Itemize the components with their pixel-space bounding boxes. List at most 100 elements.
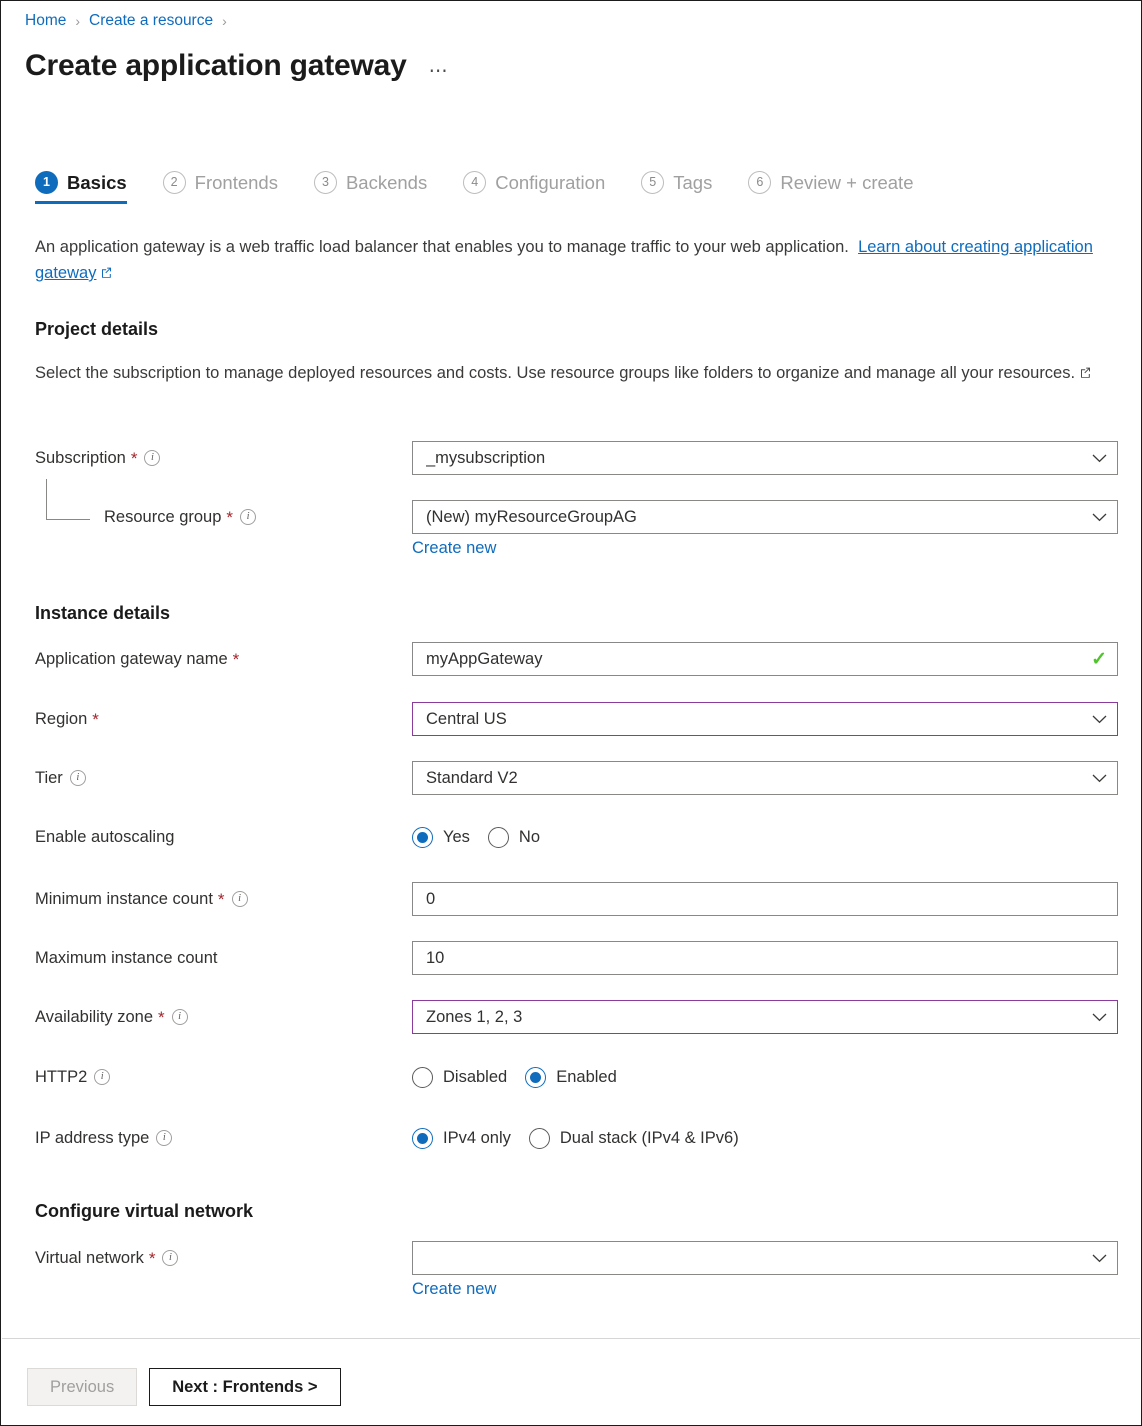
create-application-gateway-page: Home › Create a resource › Create applic… (0, 0, 1142, 1426)
http2-label: HTTP2 i (35, 1060, 110, 1094)
resource-group-label-text: Resource group (104, 500, 221, 534)
form-row-virtual-network: Virtual network * i (1, 1241, 1142, 1275)
breadcrumb-item-create-a-resource[interactable]: Create a resource (89, 9, 213, 33)
tab-number-badge: 6 (748, 171, 771, 194)
info-icon[interactable]: i (156, 1130, 172, 1146)
radio-autoscaling-no[interactable]: No (488, 827, 540, 848)
tab-label: Configuration (495, 172, 605, 194)
tab-backends[interactable]: 3 Backends (314, 169, 427, 204)
enable-autoscaling-label-text: Enable autoscaling (35, 820, 174, 854)
title-row: Create application gateway ⋯ (25, 47, 450, 85)
info-icon[interactable]: i (70, 770, 86, 786)
resource-group-label: Resource group * i (104, 500, 256, 534)
gateway-name-input[interactable]: myAppGateway ✓ (412, 642, 1118, 676)
external-link-icon (100, 261, 113, 287)
tab-frontends[interactable]: 2 Frontends (163, 169, 278, 204)
availability-zone-value: Zones 1, 2, 3 (426, 1008, 1092, 1027)
tab-label: Basics (67, 172, 127, 194)
required-asterisk: * (149, 1250, 156, 1267)
chevron-down-icon (1092, 1008, 1107, 1027)
info-icon[interactable]: i (162, 1250, 178, 1266)
resource-group-value: (New) myResourceGroupAG (426, 508, 1092, 527)
form-row-tier: Tier i Standard V2 (1, 761, 1142, 795)
enable-autoscaling-label: Enable autoscaling (35, 820, 174, 854)
section-heading-configure-virtual-network: Configure virtual network (35, 1201, 253, 1222)
breadcrumb-separator-icon: › (75, 9, 80, 33)
subscription-label-text: Subscription (35, 441, 126, 475)
region-label-text: Region (35, 702, 87, 736)
radio-indicator (412, 827, 433, 848)
max-instance-count-label: Maximum instance count (35, 941, 218, 975)
form-row-gateway-name: Application gateway name * myAppGateway … (1, 642, 1142, 676)
info-icon[interactable]: i (172, 1009, 188, 1025)
virtual-network-dropdown[interactable] (412, 1241, 1118, 1275)
tier-value: Standard V2 (426, 769, 1092, 788)
resource-group-create-new-link[interactable]: Create new (412, 539, 496, 558)
availability-zone-label: Availability zone * i (35, 1000, 188, 1034)
wizard-tabs: 1 Basics 2 Frontends 3 Backends 4 Config… (35, 169, 950, 204)
tab-label: Frontends (195, 172, 278, 194)
ip-address-type-label-text: IP address type (35, 1121, 149, 1155)
form-row-enable-autoscaling: Enable autoscaling Yes No (1, 820, 1142, 854)
virtual-network-create-new-link[interactable]: Create new (412, 1280, 496, 1299)
footer-divider (2, 1338, 1140, 1339)
more-options-icon[interactable]: ⋯ (429, 65, 450, 85)
radio-ipv4-only[interactable]: IPv4 only (412, 1128, 511, 1149)
wizard-footer: Previous Next : Frontends > (27, 1368, 341, 1406)
breadcrumb-separator-icon: › (222, 9, 227, 33)
description-text: An application gateway is a web traffic … (35, 238, 849, 256)
chevron-down-icon (1092, 710, 1107, 729)
availability-zone-dropdown[interactable]: Zones 1, 2, 3 (412, 1000, 1118, 1034)
form-row-http2: HTTP2 i Disabled Enabled (1, 1060, 1142, 1094)
form-row-min-instance-count: Minimum instance count * i 0 (1, 882, 1142, 916)
max-instance-count-input[interactable]: 10 (412, 941, 1118, 975)
required-asterisk: * (158, 1009, 165, 1026)
valid-check-icon: ✓ (1091, 648, 1107, 671)
radio-label: Disabled (443, 1068, 507, 1087)
radio-http2-disabled[interactable]: Disabled (412, 1067, 507, 1088)
min-instance-count-label-text: Minimum instance count (35, 882, 213, 916)
project-details-subtext-text: Select the subscription to manage deploy… (35, 364, 1075, 382)
subscription-dropdown[interactable]: _mysubscription (412, 441, 1118, 475)
chevron-down-icon (1092, 508, 1107, 527)
region-label: Region * (35, 702, 99, 736)
enable-autoscaling-radio-group: Yes No (412, 820, 540, 854)
min-instance-count-label: Minimum instance count * i (35, 882, 248, 916)
radio-http2-enabled[interactable]: Enabled (525, 1067, 617, 1088)
virtual-network-label-text: Virtual network (35, 1241, 144, 1275)
gateway-name-label: Application gateway name * (35, 642, 239, 676)
min-instance-count-input[interactable]: 0 (412, 882, 1118, 916)
radio-indicator (412, 1128, 433, 1149)
ip-address-type-label: IP address type i (35, 1121, 172, 1155)
chevron-down-icon (1092, 449, 1107, 468)
radio-autoscaling-yes[interactable]: Yes (412, 827, 470, 848)
tab-label: Backends (346, 172, 427, 194)
tier-dropdown[interactable]: Standard V2 (412, 761, 1118, 795)
info-icon[interactable]: i (94, 1069, 110, 1085)
section-heading-project-details: Project details (35, 319, 158, 340)
radio-dual-stack[interactable]: Dual stack (IPv4 & IPv6) (529, 1128, 739, 1149)
info-icon[interactable]: i (240, 509, 256, 525)
next-frontends-button[interactable]: Next : Frontends > (149, 1368, 340, 1406)
min-instance-count-value: 0 (426, 890, 1107, 909)
page-title: Create application gateway (25, 47, 407, 85)
resource-group-dropdown[interactable]: (New) myResourceGroupAG (412, 500, 1118, 534)
previous-button[interactable]: Previous (27, 1368, 137, 1406)
tab-configuration[interactable]: 4 Configuration (463, 169, 605, 204)
tab-number-badge: 1 (35, 171, 58, 194)
gateway-name-value: myAppGateway (426, 650, 1091, 669)
form-row-subscription: Subscription * i _mysubscription (1, 441, 1142, 475)
tab-review-create[interactable]: 6 Review + create (748, 169, 913, 204)
info-icon[interactable]: i (144, 450, 160, 466)
ip-address-type-radio-group: IPv4 only Dual stack (IPv4 & IPv6) (412, 1121, 739, 1155)
required-asterisk: * (233, 651, 240, 668)
tab-tags[interactable]: 5 Tags (641, 169, 712, 204)
page-description: An application gateway is a web traffic … (35, 234, 1117, 287)
info-icon[interactable]: i (232, 891, 248, 907)
region-value: Central US (426, 710, 1092, 729)
tab-number-badge: 5 (641, 171, 664, 194)
subscription-value: _mysubscription (426, 449, 1092, 468)
breadcrumb-item-home[interactable]: Home (25, 9, 66, 33)
region-dropdown[interactable]: Central US (412, 702, 1118, 736)
tab-basics[interactable]: 1 Basics (35, 169, 127, 204)
